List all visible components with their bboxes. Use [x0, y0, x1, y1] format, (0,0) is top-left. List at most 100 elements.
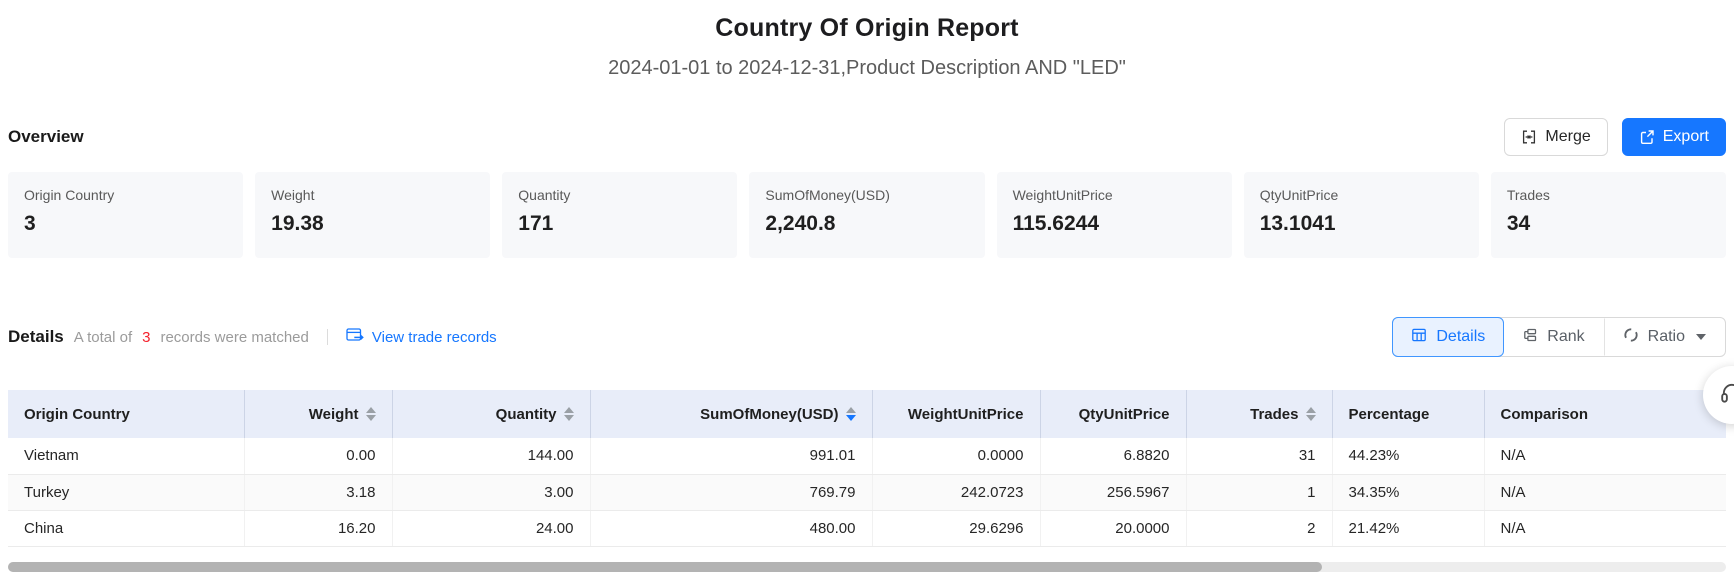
stat-card-trades: Trades 34 — [1491, 172, 1726, 258]
sort-icon[interactable] — [846, 407, 856, 421]
details-bar: Details A total of 3 records were matche… — [8, 316, 1726, 358]
tab-details[interactable]: Details — [1392, 317, 1504, 357]
column-header-origin-country: Origin Country — [8, 390, 244, 438]
tab-details-label: Details — [1436, 328, 1485, 346]
merge-cells-icon — [1521, 129, 1537, 145]
cell-weight: 3.18 — [244, 474, 392, 510]
cell-quantity: 144.00 — [392, 438, 590, 474]
report-filter-subtitle: 2024-01-01 to 2024-12-31,Product Descrip… — [0, 57, 1734, 80]
view-trade-records-label: View trade records — [372, 329, 497, 346]
cell-sum-of-money: 991.01 — [590, 438, 872, 474]
column-header-sum-of-money[interactable]: SumOfMoney(USD) — [590, 390, 872, 438]
cell-percentage: 34.35% — [1332, 474, 1484, 510]
table-row-china[interactable]: China 16.20 24.00 480.00 29.6296 20.0000… — [8, 510, 1726, 546]
rank-partition-icon — [1522, 327, 1538, 348]
stat-label: WeightUnitPrice — [1013, 187, 1216, 203]
stat-card-weight-unit-price: WeightUnitPrice 115.6244 — [997, 172, 1232, 258]
tab-ratio[interactable]: Ratio — [1604, 318, 1725, 356]
cell-comparison: N/A — [1484, 438, 1726, 474]
stat-value: 34 — [1507, 212, 1710, 236]
overview-cards: Origin Country 3 Weight 19.38 Quantity 1… — [8, 172, 1726, 258]
cell-weight: 16.20 — [244, 510, 392, 546]
cell-sum-of-money: 480.00 — [590, 510, 872, 546]
stat-card-quantity: Quantity 171 — [502, 172, 737, 258]
trade-records-icon — [346, 327, 364, 347]
stat-label: Trades — [1507, 187, 1710, 203]
vertical-divider — [327, 329, 328, 345]
cell-origin-country: China — [8, 510, 244, 546]
table-row-vietnam[interactable]: Vietnam 0.00 144.00 991.01 0.0000 6.8820… — [8, 438, 1726, 474]
stat-card-qty-unit-price: QtyUnitPrice 13.1041 — [1244, 172, 1479, 258]
cell-trades: 31 — [1186, 438, 1332, 474]
toolbar-actions: Merge Export — [1504, 118, 1726, 156]
cell-qty-unit-price: 256.5967 — [1040, 474, 1186, 510]
chevron-down-icon — [1696, 334, 1706, 340]
table-row-turkey[interactable]: Turkey 3.18 3.00 769.79 242.0723 256.596… — [8, 474, 1726, 510]
cell-percentage: 21.42% — [1332, 510, 1484, 546]
country-of-origin-report-page: Country Of Origin Report 2024-01-01 to 2… — [0, 0, 1734, 585]
matched-text-suffix: records were matched — [160, 329, 308, 346]
overview-section-label: Overview — [8, 127, 84, 147]
tab-ratio-label: Ratio — [1648, 328, 1685, 346]
table-grid-icon — [1411, 327, 1427, 348]
cell-sum-of-money: 769.79 — [590, 474, 872, 510]
cell-quantity: 24.00 — [392, 510, 590, 546]
sort-icon[interactable] — [366, 407, 376, 421]
page-title: Country Of Origin Report — [0, 14, 1734, 43]
tab-rank[interactable]: Rank — [1503, 318, 1603, 356]
stat-label: Weight — [271, 187, 474, 203]
stat-value: 115.6244 — [1013, 212, 1216, 236]
cell-quantity: 3.00 — [392, 474, 590, 510]
cell-weight-unit-price: 0.0000 — [872, 438, 1040, 474]
cell-percentage: 44.23% — [1332, 438, 1484, 474]
ratio-circle-icon — [1623, 327, 1639, 348]
sort-icon[interactable] — [1306, 407, 1316, 421]
column-header-trades[interactable]: Trades — [1186, 390, 1332, 438]
merge-button-label: Merge — [1545, 128, 1590, 146]
export-button-label: Export — [1663, 128, 1709, 146]
details-section-label: Details — [8, 327, 64, 347]
cell-weight-unit-price: 29.6296 — [872, 510, 1040, 546]
stat-label: QtyUnitPrice — [1260, 187, 1463, 203]
matched-count: 3 — [142, 329, 150, 346]
table-header-row: Origin Country Weight Quantity SumOfMone… — [8, 390, 1726, 438]
stat-value: 3 — [24, 212, 227, 236]
matched-text-prefix: A total of — [74, 329, 132, 346]
cell-qty-unit-price: 6.8820 — [1040, 438, 1186, 474]
stat-label: Quantity — [518, 187, 721, 203]
horizontal-scrollbar-thumb[interactable] — [8, 562, 1322, 572]
stat-value: 13.1041 — [1260, 212, 1463, 236]
tab-rank-label: Rank — [1547, 328, 1584, 346]
cell-comparison: N/A — [1484, 510, 1726, 546]
export-icon — [1639, 129, 1655, 145]
merge-button[interactable]: Merge — [1504, 118, 1607, 156]
stat-card-weight: Weight 19.38 — [255, 172, 490, 258]
cell-origin-country: Vietnam — [8, 438, 244, 474]
stat-value: 171 — [518, 212, 721, 236]
sort-icon[interactable] — [564, 407, 574, 421]
cell-comparison: N/A — [1484, 474, 1726, 510]
stat-card-sum-of-money: SumOfMoney(USD) 2,240.8 — [749, 172, 984, 258]
view-switcher: Details Rank Ratio — [1392, 317, 1726, 357]
column-header-weight[interactable]: Weight — [244, 390, 392, 438]
cell-trades: 1 — [1186, 474, 1332, 510]
column-header-percentage: Percentage — [1332, 390, 1484, 438]
column-header-comparison: Comparison — [1484, 390, 1726, 438]
stat-label: Origin Country — [24, 187, 227, 203]
details-table: Origin Country Weight Quantity SumOfMone… — [8, 390, 1726, 547]
column-header-qty-unit-price: QtyUnitPrice — [1040, 390, 1186, 438]
cell-trades: 2 — [1186, 510, 1332, 546]
cell-weight: 0.00 — [244, 438, 392, 474]
export-button[interactable]: Export — [1622, 118, 1726, 156]
stat-label: SumOfMoney(USD) — [765, 187, 968, 203]
cell-origin-country: Turkey — [8, 474, 244, 510]
details-summary: Details A total of 3 records were matche… — [8, 327, 497, 347]
cell-weight-unit-price: 242.0723 — [872, 474, 1040, 510]
overview-toolbar: Overview Merge — [8, 117, 1726, 157]
stat-value: 19.38 — [271, 212, 474, 236]
cell-qty-unit-price: 20.0000 — [1040, 510, 1186, 546]
view-trade-records-link[interactable]: View trade records — [346, 327, 497, 347]
stat-value: 2,240.8 — [765, 212, 968, 236]
column-header-quantity[interactable]: Quantity — [392, 390, 590, 438]
horizontal-scrollbar-track[interactable] — [8, 562, 1726, 572]
